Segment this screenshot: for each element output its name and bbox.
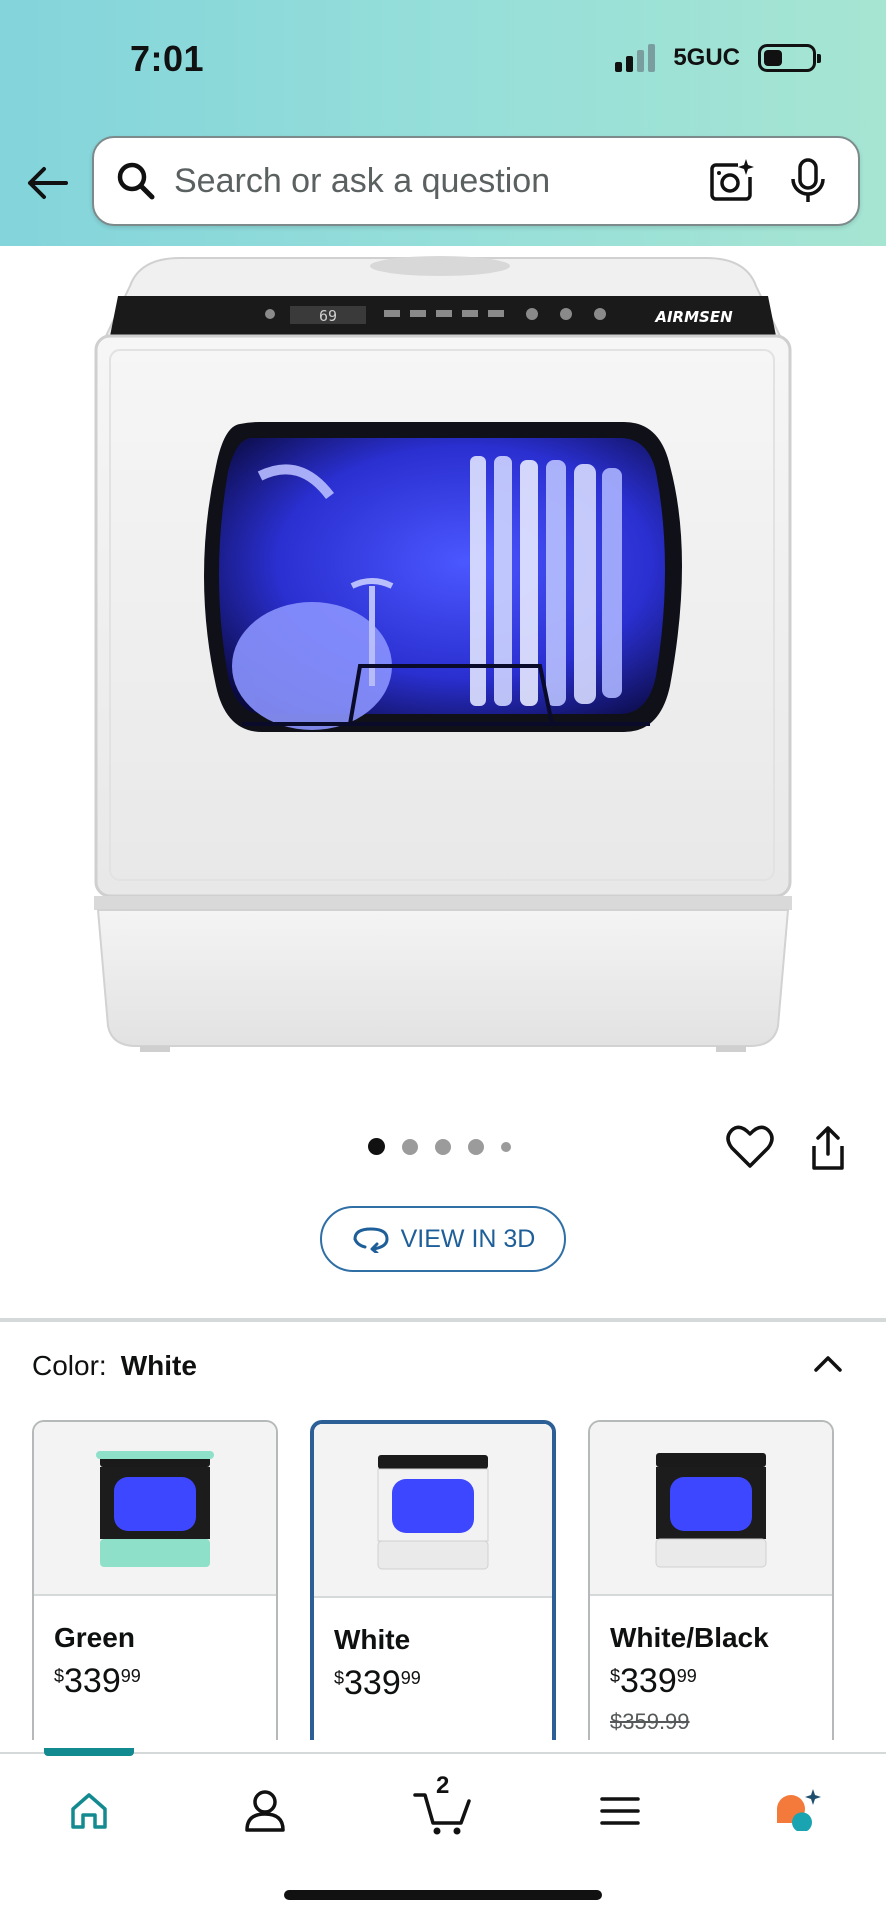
search-placeholder: Search or ask a question [174,161,551,200]
cart-count-badge: 2 [436,1772,450,1799]
signal-icon [615,44,656,72]
carousel-dot[interactable] [501,1141,511,1152]
nav-cart[interactable]: 2 [408,1772,478,1846]
carousel-dot[interactable] [468,1138,484,1155]
variant-price: $339 99 [54,1662,276,1701]
battery-icon [758,44,821,72]
status-time: 7:01 [130,38,205,79]
image-carousel-dots[interactable] [368,1138,511,1155]
nav-home[interactable] [54,1776,124,1846]
chevron-up-icon [814,1356,842,1372]
carousel-dot[interactable] [435,1138,451,1155]
variant-price: $339 99 [334,1664,552,1703]
back-arrow-icon [28,167,68,199]
hamburger-menu-icon [600,1797,640,1825]
variant-thumbnail [314,1424,552,1598]
ai-assistant-icon [777,1789,821,1831]
variant-name: White [334,1624,411,1655]
price-fraction: 99 [120,1666,141,1686]
price-currency: $ [610,1666,621,1686]
view-in-3d-label: VIEW IN 3D [400,1224,536,1253]
voice-search-button[interactable] [780,153,836,209]
color-selected-value: White [120,1350,197,1381]
search-icon [114,159,158,203]
color-label: Color: [32,1350,107,1381]
price-currency: $ [54,1666,65,1686]
header: 7:01 5GUC Search or ask a question [0,0,886,246]
share-icon [812,1126,844,1170]
variant-price: $339 99 [610,1662,832,1701]
carousel-dot[interactable] [368,1138,385,1155]
rotate-3d-icon [353,1227,389,1253]
search-input[interactable]: Search or ask a question [92,136,860,226]
nav-active-indicator [44,1748,134,1756]
camera-sparkle-icon [710,159,754,201]
price-whole: 339 [620,1662,677,1700]
nav-menu[interactable] [585,1776,655,1846]
heart-icon [726,1125,774,1168]
wishlist-button[interactable] [726,1124,774,1172]
status-icons: 5GUC [615,44,821,72]
collapse-color-button[interactable] [810,1346,846,1382]
variant-thumbnail [34,1422,276,1596]
nav-account[interactable] [230,1776,300,1846]
variant-name: White/Black [610,1622,769,1653]
network-label: 5GUC [673,44,740,71]
brand-logo: AIRMSEN [654,308,733,326]
color-selector-header: Color: White [32,1350,197,1382]
carousel-dot[interactable] [402,1138,418,1155]
variant-thumbnail [590,1422,832,1596]
price-currency: $ [334,1668,345,1688]
color-option-green[interactable]: Green $339 99 [32,1420,278,1740]
price-fraction: 99 [676,1666,697,1686]
product-image[interactable]: 69 AIRMSEN [0,246,886,1076]
color-option-white-black[interactable]: White/Black $339 99 $359.99 [588,1420,834,1740]
color-option-white[interactable]: White $339 99 [310,1420,556,1740]
price-fraction: 99 [400,1668,421,1688]
person-icon [245,1790,285,1832]
price-whole: 339 [344,1664,401,1702]
home-icon [71,1793,107,1829]
microphone-icon [791,158,825,202]
list-price: $359.99 [610,1709,690,1734]
nav-rufus[interactable] [762,1776,832,1846]
share-button[interactable] [808,1124,856,1174]
section-divider [0,1318,886,1322]
control-display: 69 [319,307,337,325]
view-in-3d-button[interactable]: VIEW IN 3D [320,1206,566,1272]
variant-name: Green [54,1622,135,1653]
camera-search-button[interactable] [704,153,760,209]
back-button[interactable] [22,158,72,208]
price-whole: 339 [64,1662,121,1700]
home-indicator [284,1890,602,1900]
